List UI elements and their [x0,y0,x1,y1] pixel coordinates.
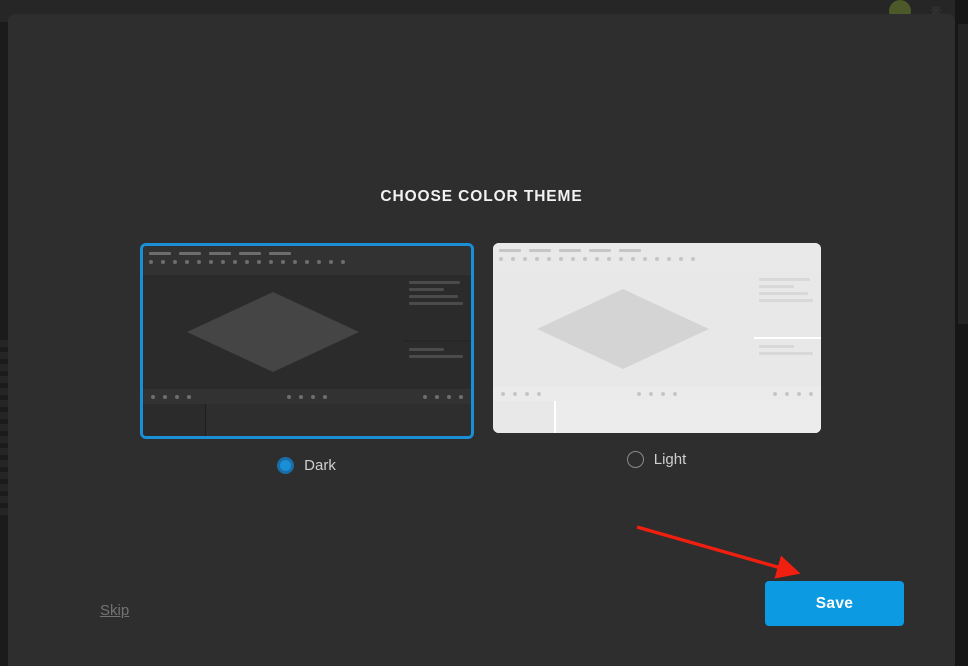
page-title: CHOOSE COLOR THEME [380,188,583,205]
preview-footer [142,404,471,436]
preview-sidebar-panel-top [753,272,821,337]
radio-light[interactable] [626,451,644,468]
radio-label-light: Light [653,451,687,468]
preview-footer [492,401,821,433]
theme-options: Dark Light [8,243,955,474]
choose-theme-dialog: CHOOSE COLOR THEME Dark Light Skip Save [8,14,955,666]
theme-option-dark[interactable]: Dark [139,243,475,474]
preview-sidebar-panel-bottom [403,342,471,389]
diamond-icon [537,289,709,369]
preview-menubar [142,246,471,275]
save-button[interactable]: Save [765,581,904,626]
preview-statusbar [492,386,821,401]
preview-sidebar [403,275,471,389]
theme-preview-light[interactable] [492,243,821,433]
preview-toolbar-icons [148,260,465,264]
theme-preview-dark[interactable] [139,243,474,439]
preview-canvas [492,272,754,386]
radio-row-dark[interactable]: Dark [139,457,475,474]
preview-canvas [142,275,404,389]
background-right-panel [958,24,968,324]
preview-sidebar [753,272,821,386]
preview-sidebar-panel-top [403,275,471,340]
preview-sidebar-panel-bottom [753,339,821,386]
theme-option-light[interactable]: Light [489,243,825,474]
preview-toolbar-icons [498,257,815,261]
skip-link[interactable]: Skip [100,602,129,619]
diamond-icon [187,292,359,372]
preview-menubar [492,243,821,272]
preview-menu-items [498,249,815,252]
preview-statusbar [142,389,471,404]
radio-row-light[interactable]: Light [489,451,825,468]
preview-menu-items [148,252,465,255]
radio-dark[interactable] [277,457,295,474]
radio-label-dark: Dark [304,457,336,474]
